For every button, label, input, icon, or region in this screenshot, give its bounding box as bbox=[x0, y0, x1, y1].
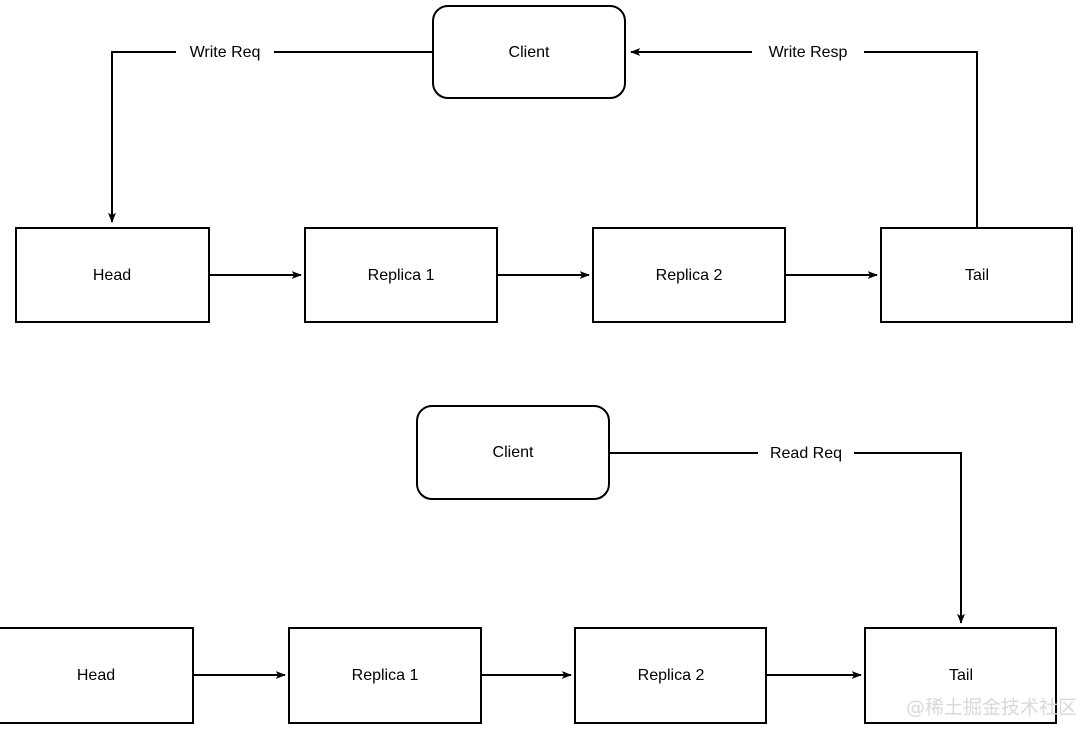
edge-write-resp: Write Resp bbox=[630, 42, 978, 227]
replica1-top-label: Replica 1 bbox=[368, 267, 435, 284]
node-replica1-bottom[interactable]: Replica 1 bbox=[288, 627, 482, 724]
node-head-bottom[interactable]: Head bbox=[0, 627, 194, 724]
edge-label-write-resp: Write Resp bbox=[769, 44, 848, 61]
tail-bottom-label: Tail bbox=[949, 667, 973, 684]
edge-write-req: Write Req bbox=[108, 42, 433, 223]
node-head-top[interactable]: Head bbox=[15, 227, 210, 323]
client-top-label: Client bbox=[509, 44, 550, 61]
client-bottom-label: Client bbox=[493, 444, 534, 461]
node-client-top[interactable]: Client bbox=[432, 5, 626, 99]
node-client-bottom[interactable]: Client bbox=[416, 405, 610, 500]
edge-label-write-req: Write Req bbox=[190, 44, 261, 61]
write-resp-path bbox=[630, 48, 978, 227]
node-replica2-top[interactable]: Replica 2 bbox=[592, 227, 786, 323]
replica2-top-label: Replica 2 bbox=[656, 267, 723, 284]
head-top-label: Head bbox=[93, 267, 131, 284]
edge-read-req: Read Req bbox=[609, 443, 965, 624]
tail-top-label: Tail bbox=[965, 267, 989, 284]
write-req-path bbox=[108, 51, 433, 223]
read-req-path bbox=[609, 452, 965, 624]
chain-replication-diagram: Write Req Write Resp Client Head Replica… bbox=[0, 5, 1076, 724]
node-replica2-bottom[interactable]: Replica 2 bbox=[574, 627, 767, 724]
watermark: @稀土掘金技术社区 bbox=[906, 697, 1076, 719]
replica2-bottom-label: Replica 2 bbox=[638, 667, 705, 684]
node-tail-top[interactable]: Tail bbox=[880, 227, 1073, 323]
head-bottom-label: Head bbox=[77, 667, 115, 684]
edge-label-read-req: Read Req bbox=[770, 445, 842, 462]
replica1-bottom-label: Replica 1 bbox=[352, 667, 419, 684]
diagram-canvas: Write Req Write Resp Client Head Replica… bbox=[0, 0, 1076, 730]
node-replica1-top[interactable]: Replica 1 bbox=[304, 227, 498, 323]
